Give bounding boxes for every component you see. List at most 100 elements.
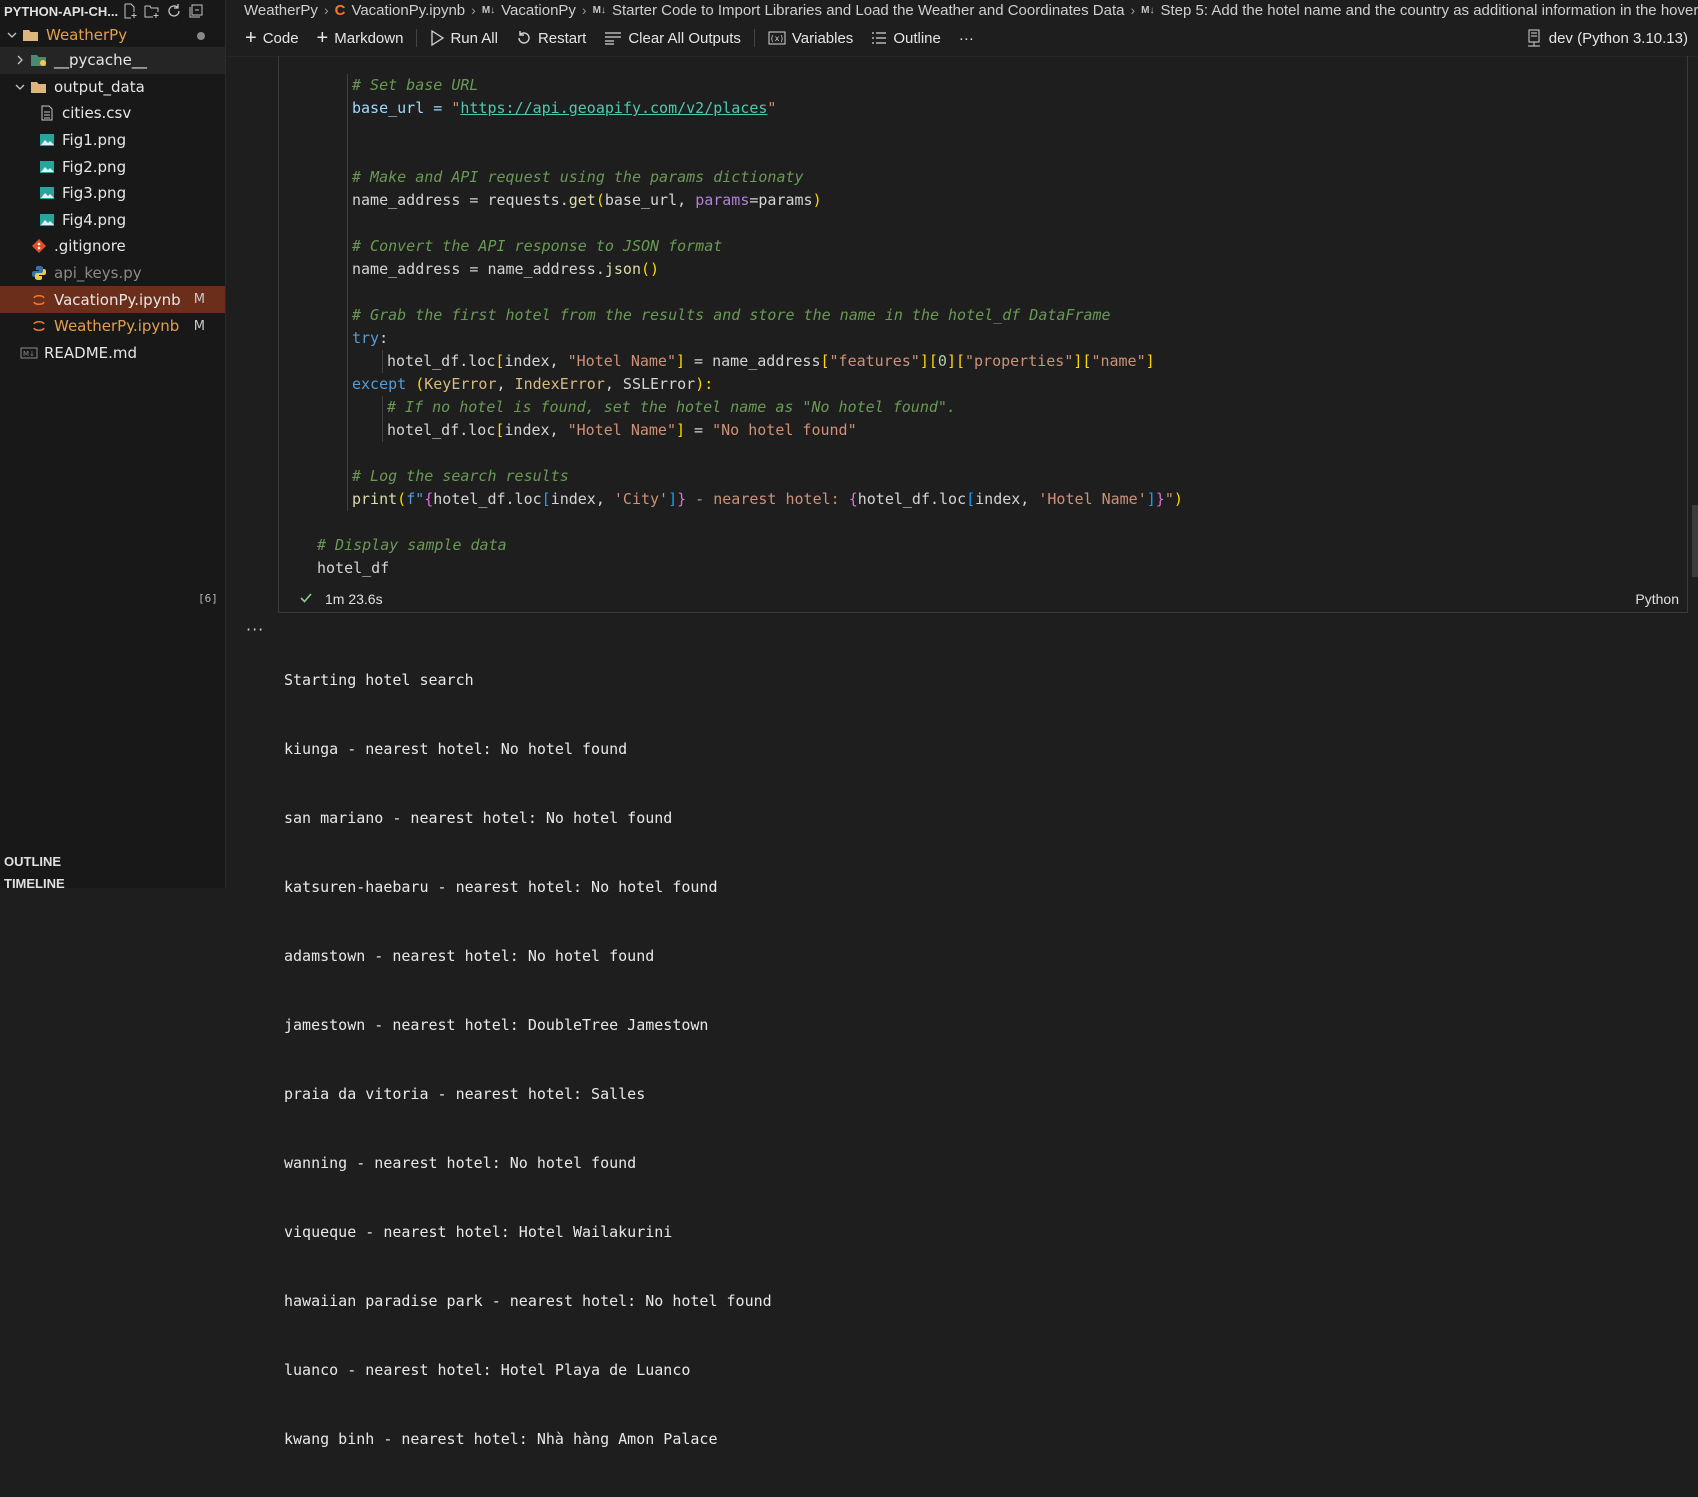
run-all-button[interactable]: Run All	[421, 23, 507, 53]
add-markdown-cell-button[interactable]: + Markdown	[308, 23, 413, 53]
breadcrumb-item[interactable]: WeatherPy	[244, 2, 318, 19]
notebook-editor: WeatherPy › C VacationPy.ipynb › M↓ Vaca…	[198, 0, 1698, 1448]
plus-icon: +	[316, 27, 329, 49]
add-code-cell-button[interactable]: + Code	[236, 23, 308, 53]
tree-file-fig3[interactable]: Fig3.png	[0, 180, 225, 207]
code-text: base_url,	[604, 191, 696, 209]
timeline-panel-header[interactable]: TIMELINE	[0, 872, 225, 889]
scrollbar-thumb[interactable]	[1692, 505, 1698, 577]
code-string: "Hotel Name"	[567, 352, 676, 370]
kernel-picker[interactable]: dev (Python 3.10.13)	[1527, 20, 1688, 56]
breadcrumb-item[interactable]: VacationPy	[501, 2, 576, 19]
code-text: index,	[504, 352, 568, 370]
tree-file-api-keys[interactable]: api_keys.py	[0, 260, 225, 287]
svg-text:M↓: M↓	[23, 350, 35, 358]
markdown-icon: M↓	[1141, 4, 1155, 16]
python-folder-icon	[30, 51, 48, 69]
tree-file-cities-csv[interactable]: cities.csv	[0, 100, 225, 127]
tree-file-weatherpy[interactable]: WeatherPy.ipynb M	[0, 313, 225, 340]
code-text: hotel_df.loc	[387, 421, 496, 439]
folder-open-icon	[22, 26, 40, 44]
outline-button[interactable]: Outline	[862, 23, 950, 53]
cell-language-picker[interactable]: Python	[1635, 586, 1679, 612]
code-comment: # Make and API request using the params …	[352, 168, 804, 186]
output-line: viqueque - nearest hotel: Hotel Wailakur…	[284, 1223, 673, 1241]
code-text: hotel_df	[317, 559, 390, 577]
tree-file-fig4[interactable]: Fig4.png	[0, 207, 225, 234]
chevron-right-icon: ›	[1130, 2, 1136, 18]
tree-folder-pycache[interactable]: __pycache__	[0, 47, 225, 74]
code-string: 'Hotel Name'	[1038, 490, 1147, 508]
ellipsis-icon: ···	[958, 29, 974, 47]
tree-label: cities.csv	[62, 104, 132, 123]
code-bracket: ):	[695, 375, 714, 393]
code-text: index,	[975, 490, 1039, 508]
kernel-label: dev (Python 3.10.13)	[1548, 29, 1688, 47]
markdown-icon: M↓	[592, 4, 606, 16]
chevron-down-icon	[12, 79, 28, 95]
code-string: "No hotel found"	[712, 421, 857, 439]
output-line: wanning - nearest hotel: No hotel found	[284, 1154, 637, 1172]
code-text: name_address = name_address.	[352, 260, 605, 278]
code-text: base_url =	[352, 99, 452, 117]
chevron-right-icon: ›	[581, 2, 587, 18]
tree-file-fig2[interactable]: Fig2.png	[0, 153, 225, 180]
code-editor[interactable]: # Set base URL base_url = "https://api.g…	[279, 74, 1649, 580]
code-string: "features"	[829, 352, 920, 370]
button-label: Variables	[791, 29, 854, 47]
code-text: = name_address	[685, 352, 821, 370]
tree-file-vacationpy[interactable]: VacationPy.ipynb M	[0, 286, 225, 313]
tree-file-fig1[interactable]: Fig1.png	[0, 127, 225, 154]
code-text: hotel_df.loc	[857, 490, 967, 508]
tree-folder-output-data[interactable]: output_data	[0, 74, 225, 101]
tree-label: Fig3.png	[62, 184, 127, 203]
breadcrumb-item[interactable]: Step 5: Add the hotel name and the count…	[1160, 2, 1698, 19]
code-string: "Hotel Name"	[567, 421, 676, 439]
code-function: json	[604, 260, 641, 278]
clear-all-outputs-button[interactable]: Clear All Outputs	[595, 23, 750, 53]
code-string: "	[767, 99, 777, 117]
tree-file-readme[interactable]: M↓ README.md	[0, 340, 225, 367]
code-function: get	[568, 191, 596, 209]
code-bracket: ()	[641, 260, 660, 278]
image-file-icon	[38, 158, 56, 176]
csv-file-icon	[38, 104, 56, 122]
more-actions-button[interactable]: ···	[950, 23, 983, 53]
new-folder-icon[interactable]	[141, 1, 163, 21]
code-link[interactable]: https://api.geoapify.com/v2/places	[460, 99, 767, 117]
breadcrumb-item[interactable]: Starter Code to Import Libraries and Loa…	[612, 2, 1125, 19]
outline-panel-header[interactable]: OUTLINE	[0, 850, 225, 872]
tree-label: WeatherPy	[46, 25, 128, 44]
output-line: kwang binh - nearest hotel: Nhà hàng Amo…	[284, 1430, 718, 1448]
svg-text:(x): (x)	[770, 34, 784, 43]
tree-folder-weatherpy[interactable]: WeatherPy	[0, 22, 225, 47]
code-param: params	[695, 191, 750, 209]
workspace-title[interactable]: PYTHON-API-CH...	[4, 4, 119, 19]
restart-button[interactable]: Restart	[507, 23, 595, 53]
code-exception: IndexError	[514, 375, 605, 393]
code-bracket: )	[1173, 490, 1183, 508]
code-bracket: (	[406, 375, 425, 393]
code-comment: # Display sample data	[317, 536, 507, 554]
collapse-all-icon[interactable]	[185, 1, 207, 21]
code-bracket: [	[541, 490, 551, 508]
output-actions-button[interactable]: ···	[246, 620, 264, 639]
play-icon	[431, 30, 445, 46]
tree-label: README.md	[44, 343, 138, 362]
code-bracket: ]	[1146, 490, 1156, 508]
python-file-icon	[30, 264, 48, 282]
new-file-icon[interactable]	[119, 1, 141, 21]
code-cell[interactable]: # Set base URL base_url = "https://api.g…	[278, 56, 1688, 613]
toolbar-divider	[416, 29, 418, 47]
code-string: "name"	[1091, 352, 1146, 370]
code-comment: # Grab the first hotel from the results …	[352, 306, 1111, 324]
tree-file-gitignore[interactable]: .gitignore	[0, 233, 225, 260]
refresh-icon[interactable]	[163, 1, 185, 21]
code-bracket: [	[820, 352, 830, 370]
breadcrumb-item[interactable]: VacationPy.ipynb	[351, 2, 465, 19]
output-line: san mariano - nearest hotel: No hotel fo…	[284, 809, 673, 827]
tree-label: Fig1.png	[62, 131, 127, 150]
code-bracket: ][	[919, 352, 938, 370]
variables-button[interactable]: (x) Variables	[759, 23, 862, 53]
code-number: 0	[937, 352, 947, 370]
